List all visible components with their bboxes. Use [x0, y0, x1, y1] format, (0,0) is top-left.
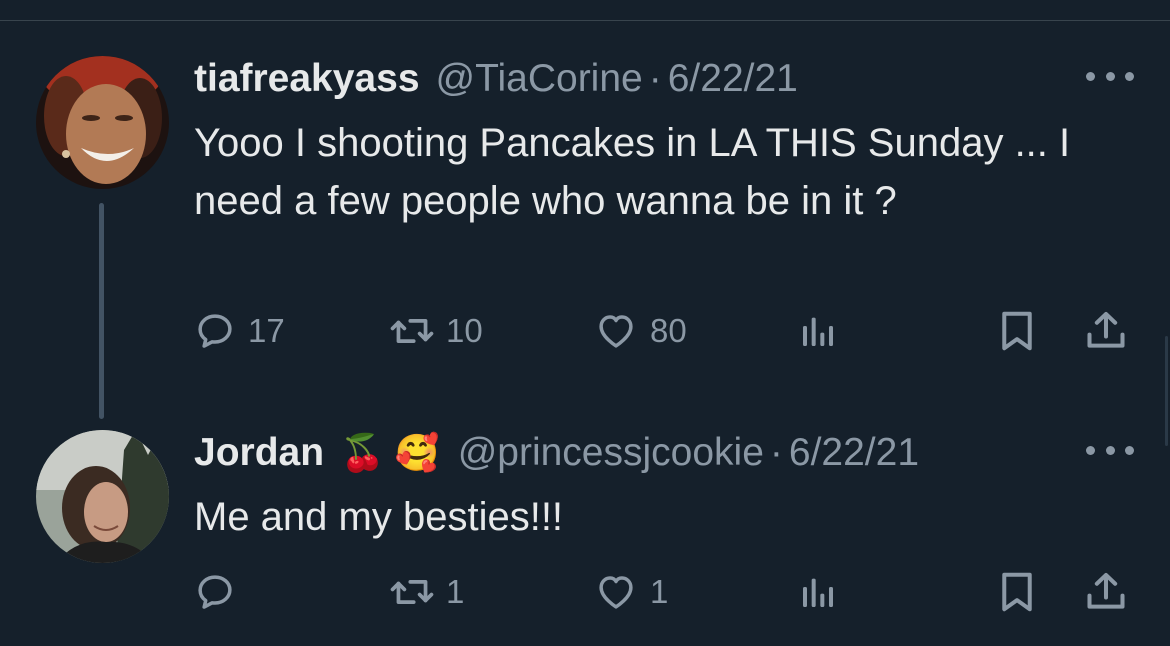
views-button[interactable] [798, 306, 838, 356]
like-icon [599, 315, 633, 348]
reply-icon [198, 314, 232, 348]
more-icon[interactable] [1086, 66, 1134, 86]
bookmark-icon [1002, 572, 1032, 612]
retweet-button[interactable]: 10 [390, 306, 483, 356]
scrollbar[interactable] [1165, 336, 1168, 446]
retweet-icon [390, 318, 434, 344]
tweet-text: Yooo I shooting Pancakes in LA THIS Sund… [194, 121, 1071, 223]
tweet-header: tiafreakyass @TiaCorine · 6/22/21 [194, 56, 1134, 102]
tweet-header: Jordan 🍒 🥰 @princessjcookie · 6/22/21 [194, 430, 1134, 476]
tweet-content: tiafreakyass @TiaCorine · 6/22/21 Yooo I… [194, 56, 1134, 288]
bookmark-button[interactable] [997, 567, 1037, 617]
reply-button[interactable] [194, 567, 248, 617]
tweet-text: Me and my besties!!! [194, 495, 564, 539]
reply-count: 17 [248, 312, 285, 349]
tweet-actions: 17 10 80 [194, 306, 1134, 356]
share-button[interactable] [1084, 306, 1128, 356]
avatar[interactable] [36, 56, 169, 189]
smiling-face-with-hearts-emoji: 🥰 [394, 432, 440, 473]
thread-connector-line [99, 203, 104, 419]
bookmark-button[interactable] [997, 306, 1037, 356]
display-name[interactable]: Jordan [194, 431, 324, 475]
views-icon [803, 317, 833, 346]
views-icon [803, 578, 833, 607]
tweet-date[interactable]: 6/22/21 [789, 431, 919, 475]
share-icon [1087, 311, 1125, 348]
like-button[interactable]: 1 [594, 567, 668, 617]
tweet-date[interactable]: 6/22/21 [668, 57, 798, 101]
display-name[interactable]: tiafreakyass [194, 57, 420, 101]
separator-dot: · [648, 57, 662, 100]
bookmark-icon [1002, 311, 1032, 351]
share-button[interactable] [1084, 567, 1128, 617]
views-button[interactable] [798, 567, 838, 617]
more-icon[interactable] [1086, 440, 1134, 460]
retweet-count: 10 [446, 312, 483, 349]
share-icon [1087, 572, 1125, 609]
user-handle[interactable]: @TiaCorine [436, 57, 643, 101]
like-button[interactable]: 80 [594, 306, 687, 356]
reply-button[interactable]: 17 [194, 306, 285, 356]
top-divider [0, 20, 1170, 21]
tweet-actions: 1 1 [194, 567, 1134, 617]
avatar[interactable] [36, 430, 169, 563]
like-icon [599, 576, 633, 609]
reply-icon [198, 575, 232, 609]
retweet-count: 1 [446, 573, 465, 610]
tweet-content: Jordan 🍒 🥰 @princessjcookie · 6/22/21 Me… [194, 430, 1134, 546]
cherries-emoji: 🍒 [340, 432, 385, 473]
retweet-icon [390, 579, 434, 605]
retweet-button[interactable]: 1 [390, 567, 464, 617]
separator-dot: · [769, 431, 783, 474]
like-count: 80 [650, 312, 687, 349]
user-handle[interactable]: @princessjcookie [458, 431, 764, 475]
like-count: 1 [650, 573, 669, 610]
